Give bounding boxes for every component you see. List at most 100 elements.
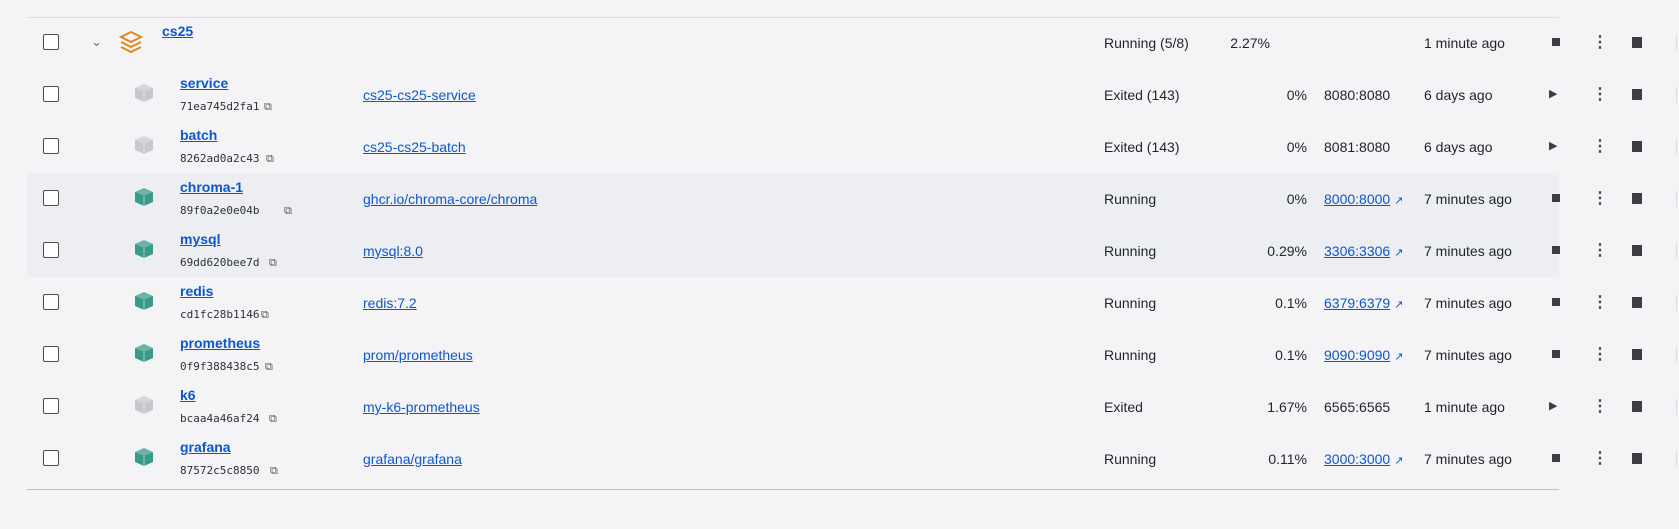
- select-checkbox[interactable]: [43, 398, 59, 414]
- table-row[interactable]: mysql 69dd620bee7d ⧉ mysql:8.0 Running 0…: [27, 225, 1677, 277]
- select-checkbox[interactable]: [43, 346, 59, 362]
- copy-icon[interactable]: ⧉: [266, 153, 274, 166]
- select-checkbox[interactable]: [43, 294, 59, 310]
- more-vert-icon[interactable]: ⋮: [1592, 344, 1608, 364]
- image-link[interactable]: my-k6-prometheus: [363, 399, 480, 415]
- more-vert-icon[interactable]: ⋮: [1592, 448, 1608, 468]
- container-name-link[interactable]: grafana: [180, 439, 231, 455]
- trash-icon[interactable]: [1632, 245, 1642, 256]
- copy-icon[interactable]: ⧉: [270, 465, 278, 478]
- table-row[interactable]: service 71ea745d2fa1 ⧉ cs25-cs25-service…: [27, 69, 1677, 121]
- port-text: 6565:6565: [1324, 399, 1391, 415]
- container-name-link[interactable]: chroma-1: [180, 179, 243, 195]
- divider: [1676, 35, 1677, 51]
- chevron-down-icon[interactable]: ⌄: [91, 34, 102, 50]
- stop-icon[interactable]: [1552, 350, 1560, 358]
- image-link[interactable]: cs25-cs25-service: [363, 87, 476, 103]
- table-row[interactable]: k6 bcaa4a46af24 ⧉ my-k6-prometheus Exite…: [27, 381, 1677, 433]
- container-id: 0f9f388438c5: [180, 360, 260, 373]
- trash-icon[interactable]: [1632, 37, 1642, 48]
- more-vert-icon[interactable]: ⋮: [1592, 84, 1608, 104]
- container-cpu: 0.1%: [1275, 295, 1307, 311]
- play-icon[interactable]: ▶: [1549, 87, 1557, 100]
- port-mapping[interactable]: 9090:9090 ↗: [1324, 347, 1403, 363]
- image-link[interactable]: ghcr.io/chroma-core/chroma: [363, 191, 537, 207]
- more-vert-icon[interactable]: ⋮: [1592, 240, 1608, 260]
- container-started: 7 minutes ago: [1424, 295, 1512, 311]
- external-link-icon[interactable]: ↗: [1394, 194, 1403, 207]
- trash-icon[interactable]: [1632, 141, 1642, 152]
- select-checkbox[interactable]: [43, 190, 59, 206]
- image-link[interactable]: cs25-cs25-batch: [363, 139, 466, 155]
- port-mapping[interactable]: 6379:6379 ↗: [1324, 295, 1403, 311]
- container-icon: [133, 134, 155, 159]
- play-icon[interactable]: ▶: [1549, 139, 1557, 152]
- port-text[interactable]: 9090:9090: [1324, 347, 1390, 363]
- select-checkbox[interactable]: [43, 242, 59, 258]
- copy-icon[interactable]: ⧉: [261, 309, 269, 322]
- more-vert-icon[interactable]: ⋮: [1592, 292, 1608, 312]
- stop-icon[interactable]: [1552, 38, 1560, 46]
- copy-icon[interactable]: ⧉: [264, 101, 272, 114]
- select-checkbox[interactable]: [43, 34, 59, 50]
- external-link-icon[interactable]: ↗: [1394, 246, 1403, 259]
- more-vert-icon[interactable]: ⋮: [1592, 188, 1608, 208]
- container-cpu: 0.29%: [1267, 243, 1307, 259]
- trash-icon[interactable]: [1632, 453, 1642, 464]
- more-vert-icon[interactable]: ⋮: [1592, 32, 1608, 52]
- stop-icon[interactable]: [1552, 454, 1560, 462]
- table-row[interactable]: chroma-1 89f0a2e0e04b ⧉ ghcr.io/chroma-c…: [27, 173, 1677, 225]
- trash-icon[interactable]: [1632, 297, 1642, 308]
- image-link[interactable]: redis:7.2: [363, 295, 417, 311]
- group-row-cs25[interactable]: ⌄ cs25 Running (5/8) 2.27% 1 minute ago …: [27, 17, 1677, 69]
- image-link[interactable]: mysql:8.0: [363, 243, 423, 259]
- group-name-link[interactable]: cs25: [162, 23, 193, 39]
- divider: [1676, 139, 1677, 155]
- port-mapping[interactable]: 8000:8000 ↗: [1324, 191, 1403, 207]
- trash-icon[interactable]: [1632, 193, 1642, 204]
- image-link[interactable]: prom/prometheus: [363, 347, 473, 363]
- divider: [1676, 295, 1677, 311]
- port-mapping[interactable]: 3000:3000 ↗: [1324, 451, 1403, 467]
- port-text[interactable]: 3306:3306: [1324, 243, 1390, 259]
- table-row[interactable]: batch 8262ad0a2c43 ⧉ cs25-cs25-batch Exi…: [27, 121, 1677, 173]
- container-name-link[interactable]: service: [180, 75, 228, 91]
- copy-icon[interactable]: ⧉: [265, 361, 273, 374]
- play-icon[interactable]: ▶: [1549, 399, 1557, 412]
- copy-icon[interactable]: ⧉: [269, 413, 277, 426]
- port-mapping[interactable]: 3306:3306 ↗: [1324, 243, 1403, 259]
- container-name-link[interactable]: k6: [180, 387, 196, 403]
- external-link-icon[interactable]: ↗: [1394, 298, 1403, 311]
- image-link[interactable]: grafana/grafana: [363, 451, 462, 467]
- table-row[interactable]: prometheus 0f9f388438c5 ⧉ prom/prometheu…: [27, 329, 1677, 381]
- trash-icon[interactable]: [1632, 401, 1642, 412]
- select-checkbox[interactable]: [43, 138, 59, 154]
- copy-icon[interactable]: ⧉: [284, 205, 292, 218]
- more-vert-icon[interactable]: ⋮: [1592, 396, 1608, 416]
- port-text[interactable]: 6379:6379: [1324, 295, 1390, 311]
- select-checkbox[interactable]: [43, 450, 59, 466]
- container-started: 7 minutes ago: [1424, 451, 1512, 467]
- trash-icon[interactable]: [1632, 349, 1642, 360]
- external-link-icon[interactable]: ↗: [1394, 350, 1403, 363]
- container-status: Exited (143): [1104, 139, 1180, 155]
- select-checkbox[interactable]: [43, 86, 59, 102]
- port-text[interactable]: 3000:3000: [1324, 451, 1390, 467]
- port-text[interactable]: 8000:8000: [1324, 191, 1390, 207]
- container-name-link[interactable]: prometheus: [180, 335, 260, 351]
- table-row[interactable]: grafana 87572c5c8850 ⧉ grafana/grafana R…: [27, 433, 1677, 485]
- stop-icon[interactable]: [1552, 246, 1560, 254]
- stop-icon[interactable]: [1552, 194, 1560, 202]
- containers-table: ⌄ cs25 Running (5/8) 2.27% 1 minute ago …: [27, 17, 1677, 485]
- container-name-link[interactable]: mysql: [180, 231, 220, 247]
- external-link-icon[interactable]: ↗: [1394, 454, 1403, 467]
- stop-icon[interactable]: [1552, 298, 1560, 306]
- more-vert-icon[interactable]: ⋮: [1592, 136, 1608, 156]
- table-row[interactable]: redis cd1fc28b1146 ⧉ redis:7.2 Running 0…: [27, 277, 1677, 329]
- container-name-link[interactable]: redis: [180, 283, 213, 299]
- trash-icon[interactable]: [1632, 89, 1642, 100]
- copy-icon[interactable]: ⧉: [269, 257, 277, 270]
- port-text: 8081:8080: [1324, 139, 1391, 155]
- stack-icon: [118, 30, 144, 57]
- container-name-link[interactable]: batch: [180, 127, 217, 143]
